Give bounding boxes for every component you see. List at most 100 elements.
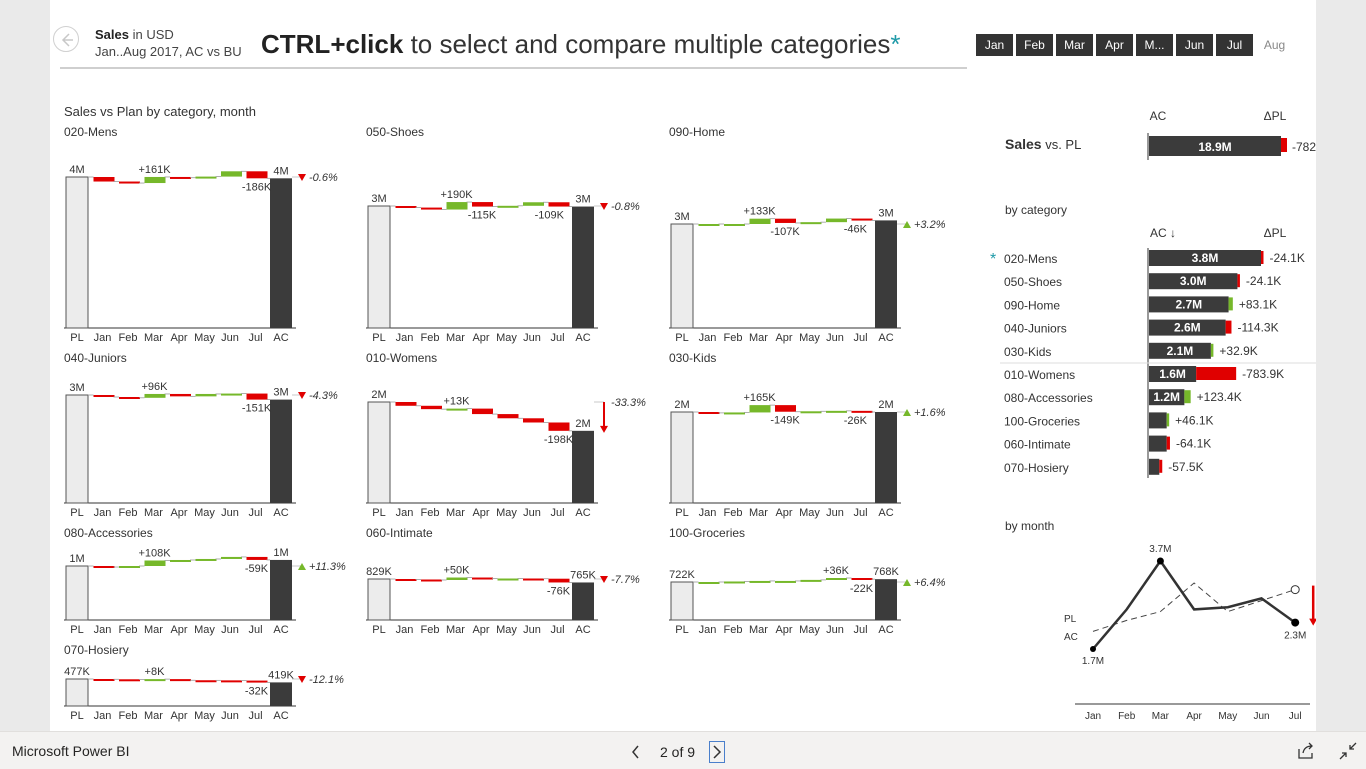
page-title: CTRL+click to select and compare multipl… bbox=[261, 29, 901, 60]
category-ac-value: 1.6M bbox=[1159, 367, 1186, 381]
x-tick-label: Jan bbox=[94, 624, 112, 636]
category-row-040-Juniors: 040-Juniors 2.6M -114.3K bbox=[1004, 319, 1279, 336]
last-point-marker bbox=[1291, 618, 1300, 627]
month-tick-label: May bbox=[1218, 711, 1237, 722]
page-navigator: 2 of 9 bbox=[626, 740, 726, 764]
exit-fullscreen-icon[interactable] bbox=[1337, 740, 1359, 762]
chevron-right-icon[interactable] bbox=[709, 741, 726, 763]
pl-value-label: 3M bbox=[674, 211, 689, 223]
x-tick-label: Feb bbox=[421, 332, 440, 344]
category-delta-value: -64.1K bbox=[1176, 437, 1211, 451]
max-delta-label: +96K bbox=[142, 381, 169, 393]
category-name: 050-Shoes bbox=[1004, 275, 1062, 289]
x-tick-label: Jan bbox=[699, 332, 717, 344]
x-tick-label: Mar bbox=[446, 507, 465, 519]
category-delta-bar bbox=[1166, 413, 1170, 427]
month-button-6[interactable]: Jul bbox=[1216, 34, 1253, 56]
multiple-030-Kids: 030-Kids 2M 2M +165K -149K -26K +1.6% PL Jan Feb M… bbox=[669, 351, 946, 519]
delta-bar-Apr bbox=[775, 405, 796, 412]
ac-value-label: 3M bbox=[273, 387, 288, 399]
delta-bar-Jul bbox=[548, 202, 570, 207]
delta-bar-Feb bbox=[724, 412, 745, 415]
category-delta-bar bbox=[1228, 297, 1233, 311]
x-tick-label: Apr bbox=[775, 507, 792, 519]
category-delta-value: -57.5K bbox=[1168, 460, 1203, 474]
category-row-010-Womens: 010-Womens 1.6M -783.9K bbox=[1004, 366, 1284, 382]
report-canvas: Sales in USD Jan..Aug 2017, AC vs BU CTR… bbox=[50, 0, 1316, 731]
delta-bar-Mar bbox=[144, 393, 166, 398]
ac-value-label: 3M bbox=[878, 207, 893, 219]
category-delta-value: +123.4K bbox=[1197, 390, 1242, 404]
delta-bar-Apr bbox=[472, 577, 493, 580]
arrow-down-icon bbox=[298, 174, 306, 181]
delta-bar-Jul bbox=[246, 556, 268, 560]
month-button-3[interactable]: Apr bbox=[1096, 34, 1133, 56]
category-ac-value: 1.2M bbox=[1153, 390, 1180, 404]
month-button-7[interactable]: Aug bbox=[1256, 34, 1293, 56]
pl-bar bbox=[65, 678, 89, 707]
share-icon[interactable] bbox=[1295, 740, 1317, 762]
month-button-4[interactable]: M... bbox=[1136, 34, 1173, 56]
x-tick-label: Apr bbox=[170, 332, 187, 344]
delta-bar-Apr bbox=[170, 559, 191, 562]
multiple-090-Home: 090-Home 3M 3M +133K -107K -46K +3.2% PL Jan Feb M… bbox=[669, 125, 946, 344]
month-button-5[interactable]: Jun bbox=[1176, 34, 1213, 56]
sales-delta-bar bbox=[1281, 138, 1287, 152]
x-tick-label: PL bbox=[372, 507, 385, 519]
x-tick-label: Jul bbox=[248, 507, 262, 519]
delta-bar-Apr bbox=[472, 202, 493, 207]
min-delta-label: -149K bbox=[770, 415, 800, 427]
category-delta-value: +46.1K bbox=[1175, 413, 1213, 427]
x-tick-label: AC bbox=[878, 624, 893, 636]
arrow-down-icon bbox=[298, 676, 306, 683]
x-tick-label: May bbox=[194, 624, 215, 636]
pl-bar bbox=[670, 411, 694, 504]
multiple-title: 030-Kids bbox=[669, 351, 716, 365]
delta-bar-May bbox=[195, 393, 217, 397]
month-button-2[interactable]: Mar bbox=[1056, 34, 1093, 56]
multiple-080-Accessories: 080-Accessories 1M 1M +108K -59K +11.3% PL Jan F… bbox=[64, 526, 346, 636]
x-tick-label: Jan bbox=[396, 507, 414, 519]
pl-value-label: 4M bbox=[69, 164, 84, 176]
month-button-1[interactable]: Feb bbox=[1016, 34, 1053, 56]
ac-bar bbox=[270, 559, 292, 620]
chevron-left-icon[interactable] bbox=[626, 741, 646, 763]
x-tick-label: Jul bbox=[550, 332, 564, 344]
delta-bar-Feb bbox=[421, 405, 442, 410]
x-tick-label: Feb bbox=[724, 507, 743, 519]
x-tick-label: Apr bbox=[170, 710, 187, 722]
category-ac-value: 2.6M bbox=[1174, 321, 1201, 335]
pl-value-label: 477K bbox=[64, 666, 90, 678]
min-delta-label: -107K bbox=[770, 226, 800, 238]
delta-bar-Jun bbox=[826, 578, 847, 580]
header-subject-name: Sales bbox=[95, 27, 129, 42]
second-delta-label: -26K bbox=[844, 415, 868, 427]
category-delta-value: +32.9K bbox=[1219, 344, 1257, 358]
pl-value-label: 1M bbox=[69, 553, 84, 565]
multiple-010-Womens: 010-Womens 2M 2M +13K -198K -33.3% PL Jan Feb Mar… bbox=[366, 351, 646, 519]
page-title-rest: to select and compare multiple categorie… bbox=[410, 29, 891, 59]
ac-value-label: 2M bbox=[878, 399, 893, 411]
category-ac-bar bbox=[1149, 458, 1160, 475]
delta-bar-Jun bbox=[523, 578, 544, 581]
x-tick-label: PL bbox=[675, 332, 688, 344]
x-tick-label: Jul bbox=[248, 332, 262, 344]
delta-bar-Jun bbox=[221, 393, 242, 396]
category-delta-value: -24.1K bbox=[1246, 274, 1281, 288]
max-delta-label: +8K bbox=[145, 666, 166, 678]
x-tick-label: Apr bbox=[170, 624, 187, 636]
x-tick-label: PL bbox=[372, 332, 385, 344]
max-point-marker bbox=[1156, 557, 1164, 565]
x-tick-label: Mar bbox=[446, 624, 465, 636]
category-ac-bar bbox=[1149, 412, 1167, 429]
x-tick-label: PL bbox=[372, 624, 385, 636]
back-button[interactable] bbox=[53, 26, 79, 52]
category-row-090-Home: 090-Home 2.7M +83.1K bbox=[1004, 296, 1277, 313]
x-tick-label: Mar bbox=[749, 624, 768, 636]
delta-bar-Jun bbox=[523, 202, 544, 206]
arrow-left-icon bbox=[61, 33, 73, 47]
category-delta-value: -114.3K bbox=[1237, 321, 1278, 335]
month-tick-label: Jul bbox=[1289, 711, 1302, 722]
month-button-0[interactable]: Jan bbox=[976, 34, 1013, 56]
x-tick-label: Apr bbox=[472, 624, 489, 636]
